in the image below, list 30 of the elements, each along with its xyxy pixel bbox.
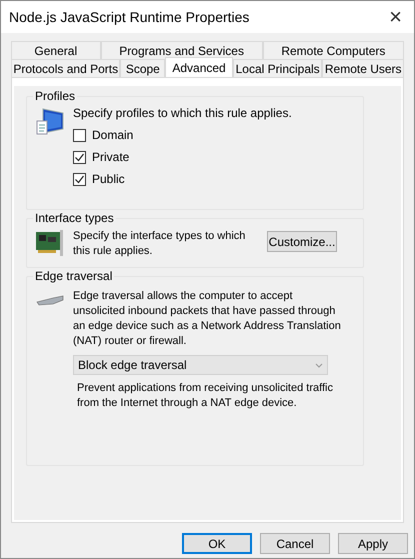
dialog-button[interactable]: Apply <box>338 533 408 554</box>
checkbox[interactable] <box>73 150 86 164</box>
interface-description: Specify the interface types to which this rule applies. <box>72 229 246 259</box>
tab[interactable]: Remote Users <box>322 59 404 77</box>
dialog-button[interactable]: Cancel <box>260 533 330 554</box>
checkbox[interactable] <box>73 128 86 142</box>
dialog-button[interactable]: OK <box>182 533 252 554</box>
group-title: Interface types <box>33 210 116 226</box>
dropdown[interactable]: Block edge traversal <box>73 355 328 375</box>
checkbox-label: Public <box>92 171 125 187</box>
computer-screen-icon <box>35 107 65 137</box>
group-title: Edge traversal <box>33 268 114 284</box>
checkbox-label: Domain <box>92 127 134 143</box>
close-button[interactable]: × <box>385 6 406 28</box>
edge-note: Prevent applications from receiving unsolicited traffic from the Internet through a NAT edge device. <box>76 381 334 411</box>
tab[interactable]: Protocols and Ports <box>11 59 120 77</box>
window-title: Node.js JavaScript Runtime Properties <box>9 8 250 27</box>
chevron-down-icon <box>315 362 323 368</box>
tab[interactable]: Scope <box>120 59 166 77</box>
tab[interactable]: Local Principals <box>232 59 322 77</box>
tab[interactable]: General <box>11 41 101 59</box>
tab[interactable]: Programs and Services <box>100 41 263 59</box>
profiles-description: Specify profiles to which this rule applies. <box>73 105 292 121</box>
customize-button[interactable]: Customize... <box>267 231 337 252</box>
checkbox-label: Private <box>92 149 130 165</box>
checkbox[interactable] <box>73 172 86 186</box>
tab[interactable]: Advanced <box>165 57 233 77</box>
edge-description: Edge traversal allows the computer to accept unsolicited inbound packets that have passed through an edge device such as a Network Address Translation (NAT) router or firewall. <box>73 289 342 349</box>
network-card-icon <box>35 229 65 257</box>
tab[interactable]: Remote Computers <box>262 41 404 59</box>
